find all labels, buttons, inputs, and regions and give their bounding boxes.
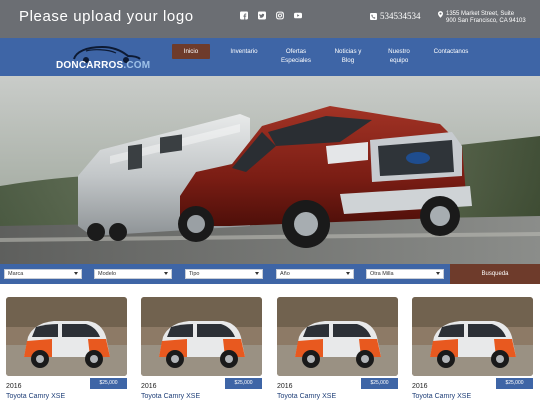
chevron-down-icon [164, 272, 168, 275]
listings-section: 2016 $25,000 Toyota Camry XSE 2016 $25,0… [0, 284, 540, 400]
search-button[interactable]: Busqueda [450, 264, 540, 284]
listing-photo[interactable] [141, 297, 262, 376]
twitter-icon[interactable] [258, 11, 266, 20]
car-photo-image [277, 297, 398, 376]
nav-item-noticias[interactable]: Noticias y Blog [328, 47, 368, 65]
phone-number[interactable]: 534534534 [370, 11, 421, 21]
chevron-down-icon [436, 272, 440, 275]
nav-label: Ofertas [285, 48, 307, 55]
listing-model[interactable]: Toyota Camry XSE [277, 393, 336, 400]
make-select-value: Marca [8, 271, 24, 277]
listing-photo[interactable] [6, 297, 127, 376]
listing-price: $25,000 [225, 378, 262, 389]
mileage-select[interactable]: Otra Milla [366, 269, 444, 279]
nav-label-line-2: Especiales [281, 57, 311, 64]
nav-label: Contactanos [433, 48, 469, 55]
address: 1355 Market Street, Suite 900 San Franci… [438, 11, 530, 25]
address-line-1: 1355 Market Street, Suite [446, 11, 515, 17]
car-photo-image [6, 297, 127, 376]
brand-name: DONCARROS.COM [56, 60, 150, 71]
listing-price: $25,000 [496, 378, 533, 389]
chevron-down-icon [346, 272, 350, 275]
nav-item-ofertas[interactable]: Ofertas Especiales [276, 47, 316, 65]
phone-icon [370, 12, 377, 20]
listing-price: $25,000 [90, 378, 127, 389]
model-select-value: Modelo [98, 271, 117, 277]
chevron-down-icon [255, 272, 259, 275]
listing-price: $25,000 [361, 378, 398, 389]
make-select[interactable]: Marca [4, 269, 82, 279]
type-select[interactable]: Tipo [185, 269, 263, 279]
address-line-2: 900 San Francisco, CA 94103 [446, 18, 526, 24]
facebook-icon[interactable] [240, 11, 248, 20]
type-select-value: Tipo [189, 271, 200, 277]
nav-label: Inicio [183, 48, 199, 55]
listing-card[interactable]: 2016 $25,000 Toyota Camry XSE [141, 297, 262, 400]
year-select-value: Año [280, 271, 290, 277]
listing-card[interactable]: 2016 $25,000 Toyota Camry XSE [412, 297, 533, 400]
phone-text: 534534534 [380, 11, 421, 21]
car-photo-image [141, 297, 262, 376]
nav-item-equipo[interactable]: Nuestro equipo [379, 47, 419, 65]
top-bar: Please upload your logo 534534534 1355 M… [0, 0, 540, 38]
car-photo-image [412, 297, 533, 376]
listing-photo[interactable] [412, 297, 533, 376]
model-select[interactable]: Modelo [94, 269, 172, 279]
hero-truck-image [0, 76, 540, 264]
youtube-icon[interactable] [294, 11, 302, 20]
listing-photo[interactable] [277, 297, 398, 376]
nav-label: Nuestro [388, 48, 410, 55]
brand-main: DONCARROS [56, 60, 124, 71]
mileage-select-value: Otra Milla [370, 271, 394, 277]
listing-card[interactable]: 2016 $25,000 Toyota Camry XSE [277, 297, 398, 400]
main-nav: DONCARROS.COM Inicio Inventario Ofertas … [0, 38, 540, 76]
listing-model[interactable]: Toyota Camry XSE [141, 393, 200, 400]
listing-year: 2016 [6, 383, 22, 390]
instagram-icon[interactable] [276, 11, 284, 20]
listing-year: 2016 [412, 383, 428, 390]
listing-year: 2016 [277, 383, 293, 390]
nav-label: Inventario [230, 48, 258, 55]
location-pin-icon [438, 11, 443, 18]
brand-logo[interactable]: DONCARROS.COM [56, 42, 156, 72]
hero-banner [0, 76, 540, 264]
chevron-down-icon [74, 272, 78, 275]
listing-model[interactable]: Toyota Camry XSE [6, 393, 65, 400]
nav-label-line-2: Blog [341, 57, 355, 64]
year-select[interactable]: Año [276, 269, 354, 279]
listing-card[interactable]: 2016 $25,000 Toyota Camry XSE [6, 297, 127, 400]
listing-year: 2016 [141, 383, 157, 390]
nav-item-contactanos[interactable]: Contactanos [428, 47, 474, 56]
listing-model[interactable]: Toyota Camry XSE [412, 393, 471, 400]
logo-placeholder[interactable]: Please upload your logo [19, 8, 194, 25]
social-links [240, 11, 302, 20]
nav-item-inicio[interactable]: Inicio [172, 44, 210, 59]
brand-suffix: .COM [123, 60, 151, 71]
nav-label-line-2: equipo [389, 57, 409, 64]
nav-item-inventario[interactable]: Inventario [224, 47, 264, 56]
nav-label: Noticias y [334, 48, 362, 55]
